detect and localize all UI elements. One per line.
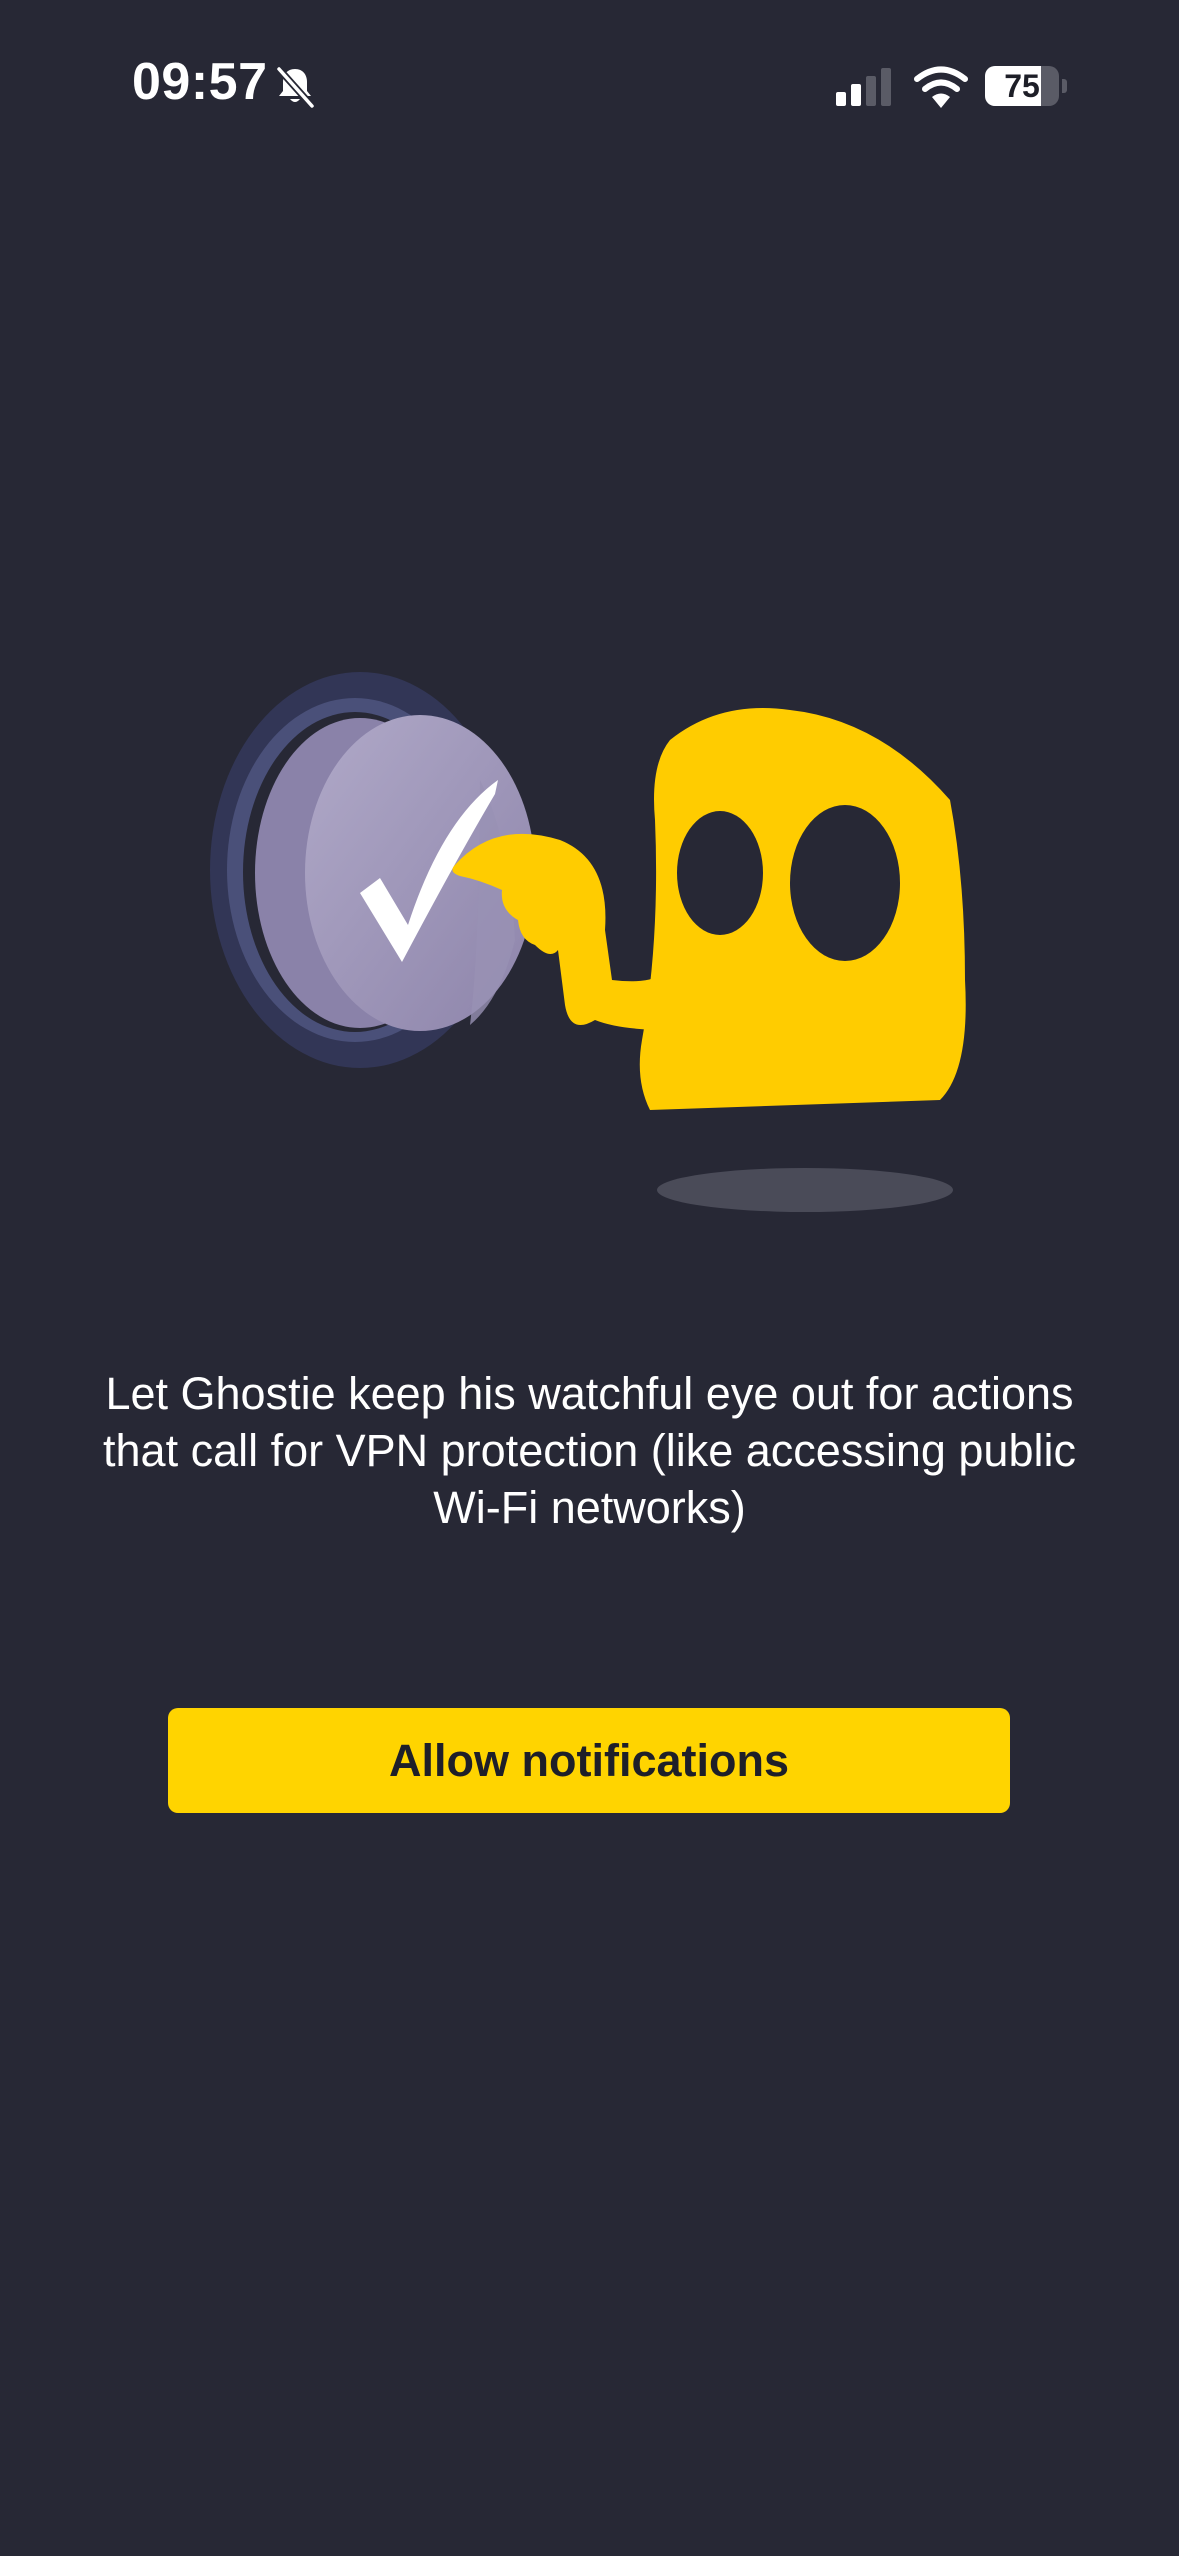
onboarding-message: Let Ghostie keep his watchful eye out fo…	[103, 1368, 1076, 1533]
ghost-mascot-icon	[452, 708, 966, 1212]
wifi-icon	[914, 66, 968, 108]
status-time: 09:57	[132, 53, 268, 111]
status-bar: 09:57 75	[0, 0, 1179, 170]
battery-level: 75	[1004, 68, 1040, 104]
ghost-pressing-button-illustration	[210, 672, 966, 1212]
allow-notifications-button[interactable]: Allow notifications	[168, 1708, 1010, 1813]
battery-tip	[1062, 79, 1067, 93]
battery-indicator: 75	[985, 66, 1067, 106]
battery-body: 75	[985, 66, 1059, 106]
cellular-signal-icon	[836, 68, 891, 106]
bell-slash-icon	[276, 66, 315, 109]
